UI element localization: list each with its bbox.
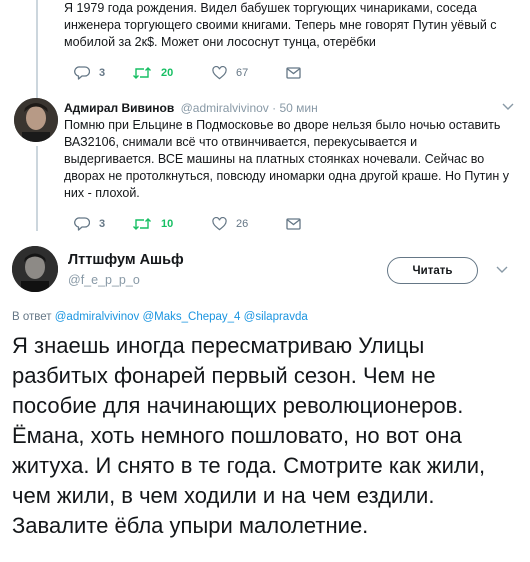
chevron-down-icon[interactable] [502,103,514,111]
retweet-count: 20 [161,67,174,79]
dm-action[interactable] [286,218,301,230]
reply-icon [74,217,90,231]
like-count: 67 [236,67,249,79]
tweet-time[interactable]: · 50 мин [272,101,318,115]
author-handle[interactable]: @admiralvivinov [181,101,269,115]
like-action[interactable]: 67 [212,66,286,80]
like-count: 26 [236,218,249,230]
dm-icon [286,218,301,230]
avatar[interactable] [14,98,58,142]
reply-prefix: В ответ [12,311,52,323]
reply-action[interactable]: 3 [74,66,132,80]
main-tweet-text: Я знаешь иногда пересматриваю Улицы разб… [12,333,486,538]
thread-line-top [36,0,38,98]
tweet-actions: 3 20 67 [74,66,301,80]
dm-icon [286,67,301,79]
reply-context: В ответ @admiralvivinov @Maks_Chepay_4 @… [12,311,308,323]
chevron-down-icon[interactable] [496,266,508,274]
thread-line-bottom [36,146,38,231]
tweet-text: Я 1979 года рождения. Видел бабушек торг… [64,1,497,49]
author-name[interactable]: Лттшфум Ашьф [68,252,184,268]
like-action[interactable]: 26 [212,217,286,231]
reply-action[interactable]: 3 [74,217,132,231]
retweet-action[interactable]: 10 [132,217,212,231]
author-handle[interactable]: @f_e_p_p_o [68,273,140,287]
reply-count: 3 [99,67,106,79]
retweet-action[interactable]: 20 [132,66,212,80]
like-icon [212,217,227,231]
tweet-text: Помню при Ельцине в Подмосковье во дворе… [64,118,509,200]
reply-count: 3 [99,218,106,230]
reply-header: Адмирал Вивинов @admiralvivinov · 50 мин [64,101,318,115]
mention-links[interactable]: @admiralvivinov @Maks_Chepay_4 @silaprav… [55,311,308,323]
like-icon [212,66,227,80]
reply-icon [74,66,90,80]
author-name[interactable]: Адмирал Вивинов [64,101,174,115]
avatar[interactable] [12,246,58,292]
retweet-icon [133,218,151,230]
tweet-actions: 3 10 26 [74,217,301,231]
retweet-count: 10 [161,218,174,230]
retweet-icon [133,67,151,79]
dm-action[interactable] [286,67,301,79]
follow-button[interactable]: Читать [387,257,478,284]
